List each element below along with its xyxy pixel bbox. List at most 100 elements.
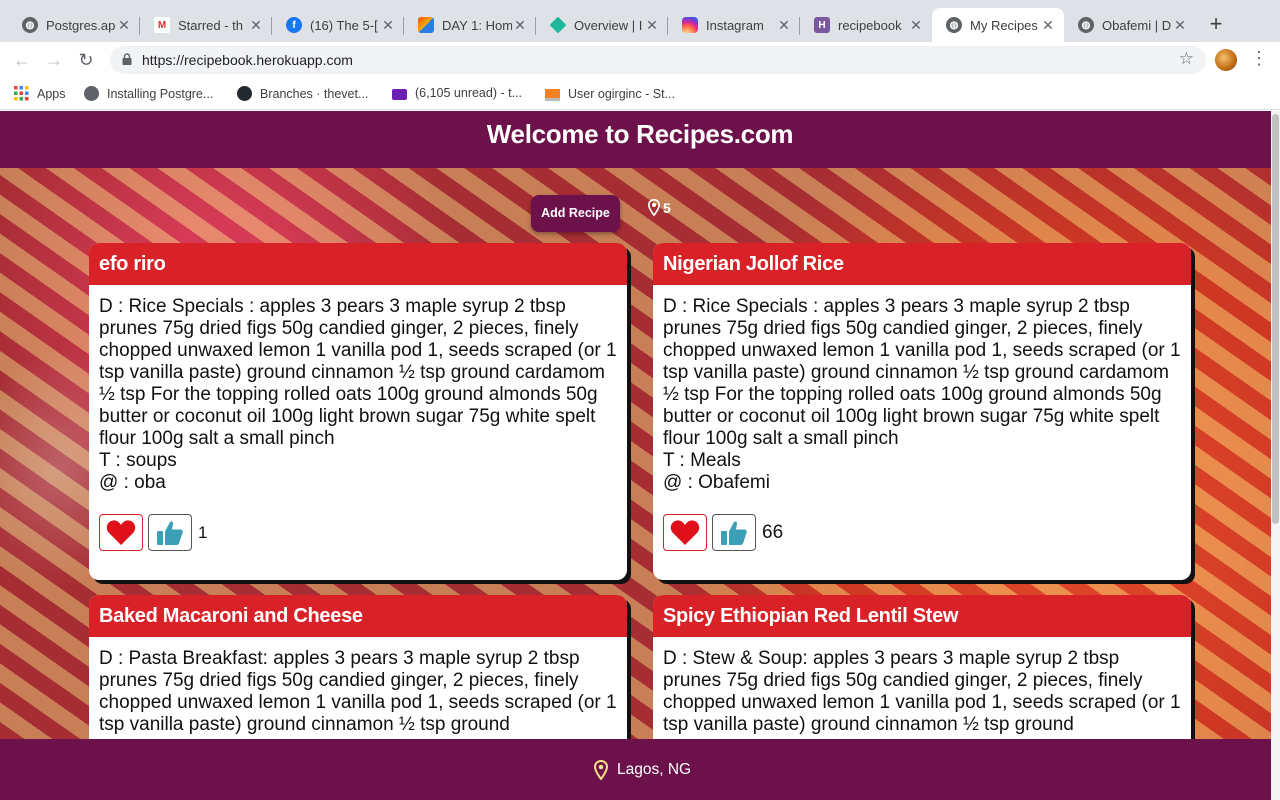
recipe-card: Spicy Ethiopian Red Lentil Stew D : Stew…	[653, 595, 1191, 755]
browser-tab[interactable]: H recipebook ✕	[800, 8, 932, 42]
back-arrow-icon[interactable]: ←	[11, 49, 33, 71]
browser-tab-active[interactable]: ◍ My Recipes ✕	[932, 8, 1064, 42]
bookmark-label: User ogirginc - St...	[568, 86, 675, 101]
recipe-author: @ : oba	[99, 472, 166, 493]
heart-icon	[670, 520, 700, 545]
recipe-description: D : Rice Specials : apples 3 pears 3 map…	[663, 296, 1181, 449]
reload-icon[interactable]: ↻	[75, 49, 97, 71]
recipe-description: D : Pasta Breakfast: apples 3 pears 3 ma…	[99, 648, 617, 735]
tab-title: Postgres.ap	[46, 17, 116, 33]
close-icon[interactable]: ✕	[512, 17, 528, 34]
close-icon[interactable]: ✕	[248, 17, 264, 34]
browser-tab[interactable]: ◍ Postgres.ap ✕	[8, 8, 140, 42]
bookmark-item[interactable]: User ogirginc - St...	[545, 86, 675, 101]
page-title: Welcome to Recipes.com	[486, 119, 794, 149]
apps-grid-icon	[14, 86, 29, 101]
recipe-name: Spicy Ethiopian Red Lentil Stew	[653, 595, 1191, 637]
zapier-icon	[418, 17, 434, 33]
recipe-card: efo riro D : Rice Specials : apples 3 pe…	[89, 243, 627, 580]
site-header: Welcome to Recipes.com	[0, 111, 1280, 168]
browser-tab[interactable]: ◍ Obafemi | D ✕	[1064, 8, 1196, 42]
browser-toolbar: ← → ↻ https://recipebook.herokuapp.com ☆…	[0, 42, 1280, 78]
recipe-type: T : soups	[99, 450, 177, 471]
recipe-type: T : Meals	[663, 450, 741, 471]
recipe-name: Nigerian Jollof Rice	[653, 243, 1191, 285]
recipe-body: D : Rice Specials : apples 3 pears 3 map…	[89, 285, 627, 494]
profile-avatar[interactable]	[1215, 49, 1237, 71]
recipe-actions: 66	[663, 514, 783, 551]
footer-location-text: Lagos, NG	[617, 761, 692, 778]
recipe-count: 5	[648, 199, 671, 216]
map-pin-icon	[594, 760, 608, 780]
like-count: 1	[198, 522, 208, 542]
url-text: https://recipebook.herokuapp.com	[142, 52, 353, 68]
recipes-page: Welcome to Recipes.com Add Recipe 5 efo …	[0, 111, 1280, 800]
recipe-count-value: 5	[663, 199, 671, 216]
browser-tab[interactable]: Overview | I ✕	[536, 8, 668, 42]
recipe-actions: 1	[99, 514, 207, 551]
recipe-card: Nigerian Jollof Rice D : Rice Specials :…	[653, 243, 1191, 580]
new-tab-button[interactable]: +	[1206, 13, 1226, 35]
close-icon[interactable]: ✕	[1040, 17, 1056, 34]
bookmark-item[interactable]: (6,105 unread) - t...	[392, 86, 522, 100]
recipe-body: D : Stew & Soup: apples 3 pears 3 maple …	[653, 637, 1191, 736]
globe-icon	[84, 86, 99, 101]
recipe-card: Baked Macaroni and Cheese D : Pasta Brea…	[89, 595, 627, 755]
bookmark-label: (6,105 unread) - t...	[415, 86, 523, 100]
close-icon[interactable]: ✕	[644, 17, 660, 34]
browser-tab[interactable]: DAY 1: Hom ✕	[404, 8, 536, 42]
thumbs-up-icon	[157, 520, 183, 545]
add-recipe-button[interactable]: Add Recipe	[531, 195, 620, 232]
browser-tab[interactable]: f (16) The 5-[ ✕	[272, 8, 404, 42]
recipe-description: D : Rice Specials : apples 3 pears 3 map…	[99, 296, 617, 449]
recipe-name: efo riro	[89, 243, 627, 285]
globe-icon: ◍	[22, 17, 38, 33]
close-icon[interactable]: ✕	[776, 17, 792, 34]
like-count: 66	[762, 521, 784, 543]
stackoverflow-icon	[545, 86, 560, 101]
lock-icon	[122, 53, 132, 65]
like-button[interactable]	[712, 514, 756, 551]
footer-location: Lagos, NG	[594, 760, 691, 780]
bookmark-item[interactable]: Branches · thevet...	[237, 86, 368, 101]
bookmark-label: Branches · thevet...	[260, 86, 369, 101]
heroku-icon: H	[814, 17, 830, 33]
mail-icon	[392, 88, 407, 100]
tab-title: Obafemi | D	[1102, 17, 1172, 33]
tab-title: Overview | I	[574, 17, 643, 33]
favorite-button[interactable]	[663, 514, 707, 551]
bookmark-star-icon[interactable]: ☆	[1179, 49, 1194, 69]
github-icon	[237, 86, 252, 101]
bookmark-label: Installing Postgre...	[107, 86, 214, 101]
map-pin-icon	[648, 199, 660, 216]
tab-title: Instagram	[706, 17, 764, 33]
forward-arrow-icon[interactable]: →	[43, 49, 65, 71]
tab-title: Starred - th	[178, 17, 244, 33]
bookmark-label: Apps	[37, 86, 66, 101]
heart-icon	[106, 520, 136, 545]
close-icon[interactable]: ✕	[908, 17, 924, 34]
site-footer: Lagos, NG	[0, 739, 1280, 800]
recipe-name: Baked Macaroni and Cheese	[89, 595, 627, 637]
bookmark-item[interactable]: Installing Postgre...	[84, 86, 213, 101]
bookmarks-bar: Apps Installing Postgre... Branches · th…	[0, 78, 1280, 110]
tab-title: (16) The 5-[	[310, 17, 378, 33]
favorite-button[interactable]	[99, 514, 143, 551]
browser-tab[interactable]: Instagram ✕	[668, 8, 800, 42]
bookmark-apps[interactable]: Apps	[14, 86, 66, 101]
globe-icon: ◍	[1078, 17, 1094, 33]
thumbs-up-icon	[721, 520, 747, 545]
facebook-icon: f	[286, 17, 302, 33]
scrollbar-thumb[interactable]	[1272, 114, 1279, 524]
close-icon[interactable]: ✕	[1172, 17, 1188, 34]
close-icon[interactable]: ✕	[380, 17, 396, 34]
like-button[interactable]	[148, 514, 192, 551]
menu-kebab-icon[interactable]: ⋮	[1250, 48, 1268, 69]
close-icon[interactable]: ✕	[116, 17, 132, 34]
recipe-body: D : Rice Specials : apples 3 pears 3 map…	[653, 285, 1191, 494]
browser-tab[interactable]: M Starred - th ✕	[140, 8, 272, 42]
browser-tabstrip: ◍ Postgres.ap ✕ M Starred - th ✕ f (16) …	[0, 0, 1280, 42]
recipe-body: D : Pasta Breakfast: apples 3 pears 3 ma…	[89, 637, 627, 736]
globe-icon: ◍	[946, 17, 962, 33]
address-bar[interactable]: https://recipebook.herokuapp.com ☆	[110, 46, 1206, 74]
